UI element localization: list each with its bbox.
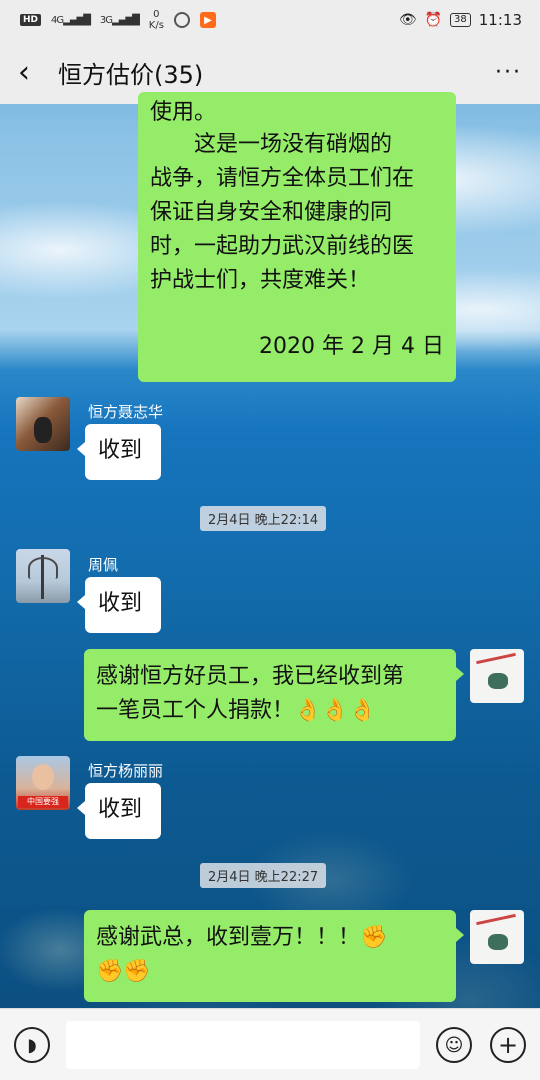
plus-icon[interactable]: + <box>490 1027 526 1063</box>
sender-name: 周佩 <box>88 556 119 574</box>
message-line: ✊✊ <box>96 959 151 984</box>
chat-title: 恒方估价(35) <box>58 60 204 89</box>
message-line: 护战士们，共度难关！ <box>150 268 371 293</box>
message-line: 战争，请恒方全体员工们在 <box>150 166 415 191</box>
avatar[interactable]: 中国要强 <box>16 756 70 810</box>
message-input[interactable] <box>66 1021 420 1069</box>
hd-indicator: HD <box>20 14 42 26</box>
avatar-badge: 中国要强 <box>18 796 68 808</box>
emoji-icon[interactable]: ☺ <box>436 1027 472 1063</box>
battery-icon: 38 <box>450 13 471 27</box>
message-line: 感谢恒方好员工，我已经收到第 <box>96 664 405 689</box>
more-dots-icon[interactable]: ··· <box>495 60 522 85</box>
message-line: 时，一起助力武汉前线的医 <box>150 234 415 259</box>
app-notification-icon <box>173 12 190 28</box>
timestamp: 2月4日 晚上22:14 <box>200 506 327 531</box>
message-bubble-incoming[interactable]: 收到 <box>77 783 161 839</box>
input-bar: ◗ ☺ + <box>0 1008 540 1080</box>
eye-icon: 👁 <box>398 12 417 28</box>
avatar[interactable] <box>16 549 70 603</box>
my-avatar[interactable] <box>470 910 524 964</box>
message-line <box>150 298 444 330</box>
message-line: 这是一场没有硝烟的 <box>150 132 393 157</box>
message-bubble-outgoing[interactable]: 感谢恒方好员工，我已经收到第 一笔员工个人捐款！👌👌👌 <box>84 649 464 741</box>
chevron-left-icon[interactable]: ‹ <box>18 55 58 90</box>
signal-4g-icon: 4G▂▄▆█ <box>51 14 91 26</box>
video-app-icon: ▶ <box>199 12 216 28</box>
message-line: 一笔员工个人捐款！👌👌👌 <box>96 698 377 723</box>
timestamp: 2月4日 晚上22:27 <box>200 863 327 888</box>
message-bubble-incoming[interactable]: 收到 <box>77 577 161 633</box>
message-line: 感谢武总，收到壹万！！！✊ <box>96 925 388 950</box>
net-speed: 0 K/s <box>148 9 164 31</box>
message-date-line: 2020 年 2 月 4 日 <box>259 334 444 359</box>
message-bubble-outgoing[interactable]: 感谢武总，收到壹万！！！✊ ✊✊ <box>84 910 464 1002</box>
message-line: 使用。 <box>150 100 217 125</box>
alarm-icon: ⏰ <box>424 12 443 28</box>
sender-name: 恒方杨丽丽 <box>88 762 164 780</box>
avatar[interactable] <box>16 397 70 451</box>
status-bar: HD 4G▂▄▆█ 3G▂▄▆█ 0 K/s ▶ 👁 ⏰ 38 11:13 <box>0 0 540 40</box>
my-avatar[interactable] <box>470 649 524 703</box>
clock: 11:13 <box>478 11 522 29</box>
signal-3g-icon: 3G▂▄▆█ <box>99 14 140 26</box>
message-line: 保证自身安全和健康的同 <box>150 200 393 225</box>
message-bubble-incoming[interactable]: 收到 <box>77 424 161 480</box>
message-bubble-outgoing[interactable]: 使用。 这是一场没有硝烟的 战争，请恒方全体员工们在 保证自身安全和健康的同 时… <box>138 92 456 382</box>
voice-icon[interactable]: ◗ <box>14 1027 50 1063</box>
sender-name: 恒方聂志华 <box>88 403 164 421</box>
